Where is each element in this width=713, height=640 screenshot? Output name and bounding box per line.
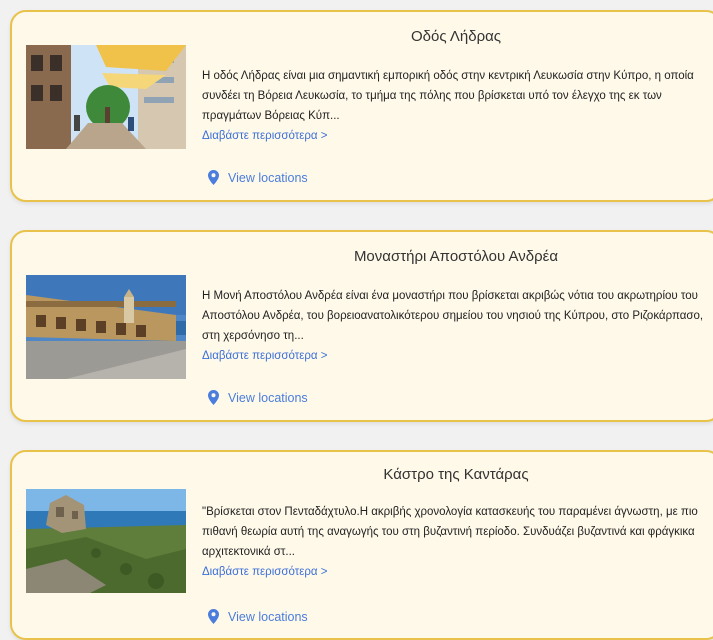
card-description: Η οδός Λήδρας είναι μια σημαντική εμπορι…	[202, 66, 713, 146]
view-locations-button[interactable]: View locations	[208, 390, 308, 405]
description-text: "Βρίσκεται στον Πενταδάχτυλο.Η ακριβής χ…	[202, 506, 698, 558]
place-card: Κάστρο της Καντάρας "Βρίσκεται στον Πεντ…	[10, 450, 713, 640]
card-title: Οδός Λήδρας	[410, 28, 502, 45]
place-image[interactable]	[26, 45, 186, 149]
place-image[interactable]	[26, 489, 186, 593]
card-description: "Βρίσκεται στον Πενταδάχτυλο.Η ακριβής χ…	[202, 502, 713, 582]
view-locations-label: View locations	[228, 609, 308, 624]
read-more-link[interactable]: Διαβάστε περισσότερα >	[202, 562, 713, 582]
read-more-link[interactable]: Διαβάστε περισσότερα >	[202, 346, 713, 366]
view-locations-button[interactable]: View locations	[208, 609, 308, 624]
description-text: Η Μονή Αποστόλου Ανδρέα είναι ένα μοναστ…	[202, 290, 704, 342]
view-locations-label: View locations	[228, 390, 308, 405]
card-title: Κάστρο της Καντάρας	[383, 466, 529, 483]
description-text: Η οδός Λήδρας είναι μια σημαντική εμπορι…	[202, 70, 694, 122]
place-image[interactable]	[26, 275, 186, 379]
map-pin-icon	[208, 170, 219, 185]
card-description: Η Μονή Αποστόλου Ανδρέα είναι ένα μοναστ…	[202, 286, 713, 366]
card-title: Μοναστήρι Αποστόλου Ανδρέα	[353, 248, 559, 265]
place-card: Μοναστήρι Αποστόλου Ανδρέα Η Μονή Αποστό…	[10, 230, 713, 422]
map-pin-icon	[208, 609, 219, 624]
place-card: Οδός Λήδρας Η οδός Λήδρας είναι μια σημα…	[10, 10, 713, 202]
map-pin-icon	[208, 390, 219, 405]
view-locations-button[interactable]: View locations	[208, 170, 308, 185]
read-more-link[interactable]: Διαβάστε περισσότερα >	[202, 126, 713, 146]
view-locations-label: View locations	[228, 170, 308, 185]
